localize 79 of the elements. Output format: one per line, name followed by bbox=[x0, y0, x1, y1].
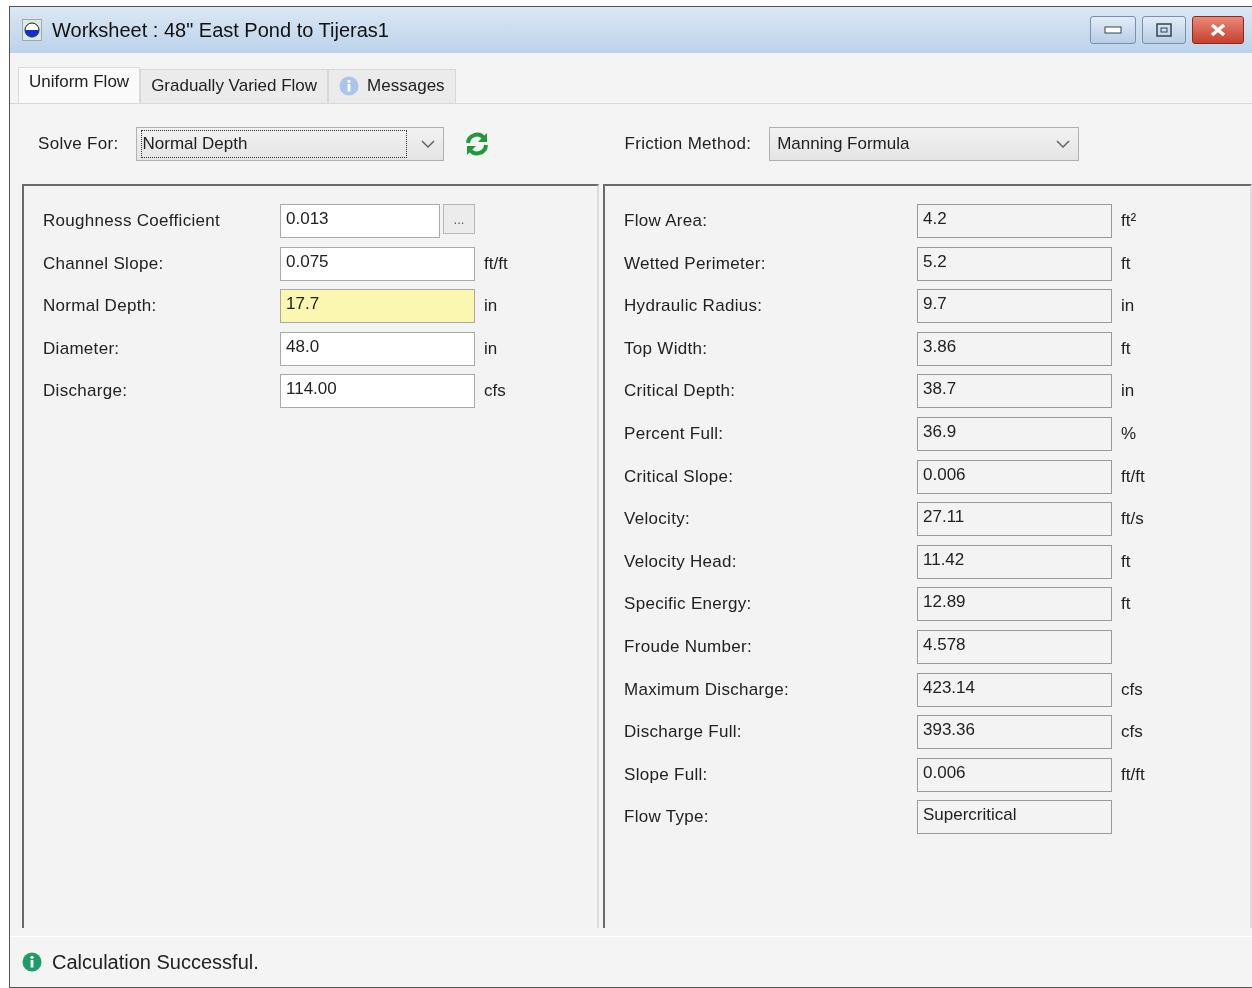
close-button[interactable] bbox=[1192, 16, 1244, 44]
unit-label: in bbox=[483, 296, 499, 317]
unit-label: ft/ft bbox=[1120, 764, 1146, 785]
field-label: Top Width: bbox=[624, 338, 709, 359]
info-icon bbox=[22, 952, 42, 972]
chevron-down-icon bbox=[1056, 140, 1071, 148]
field-label: Channel Slope: bbox=[43, 253, 165, 274]
browse-button[interactable]: ... bbox=[443, 204, 475, 234]
close-icon bbox=[1209, 23, 1227, 37]
chevron-down-icon bbox=[421, 140, 436, 148]
result-field[interactable]: 11.42 bbox=[917, 544, 1112, 579]
field-label: Diameter: bbox=[43, 338, 121, 359]
unit-label: ft bbox=[1120, 253, 1132, 274]
field-label: Specific Energy: bbox=[624, 594, 753, 615]
result-field[interactable]: 27.11 bbox=[917, 502, 1112, 537]
result-field[interactable]: 0.006 bbox=[917, 757, 1112, 792]
field-label: Maximum Discharge: bbox=[624, 679, 791, 700]
unit-label: in bbox=[1120, 296, 1136, 317]
window-title: Worksheet : 48" East Pond to Tijeras1 bbox=[52, 18, 390, 42]
unit-label: in bbox=[1120, 381, 1136, 402]
field-label: Critical Slope: bbox=[624, 466, 735, 487]
tab[interactable]: Messages bbox=[328, 69, 456, 103]
unit-label: ft/ft bbox=[1120, 466, 1146, 487]
field-label: Flow Type: bbox=[624, 807, 710, 828]
result-field[interactable]: 423.14 bbox=[917, 672, 1112, 707]
info-icon bbox=[339, 76, 360, 96]
input-field[interactable]: 48.0 bbox=[280, 331, 475, 366]
unit-label: cfs bbox=[1120, 679, 1144, 700]
result-field[interactable]: 5.2 bbox=[917, 246, 1112, 281]
friction-method-label: Friction Method: bbox=[624, 134, 752, 154]
unit-label: ft bbox=[1120, 594, 1132, 615]
unit-label: cfs bbox=[1120, 722, 1144, 743]
friction-method-dropdown[interactable]: Manning Formula bbox=[769, 127, 1080, 161]
solve-for-label: Solve For: bbox=[38, 134, 119, 154]
input-field[interactable]: 0.075 bbox=[280, 246, 475, 281]
input-field[interactable]: 17.7 bbox=[280, 289, 475, 324]
result-field[interactable]: 36.9 bbox=[917, 416, 1112, 451]
field-label: Percent Full: bbox=[624, 423, 725, 444]
unit-label: ft/ft bbox=[483, 253, 509, 274]
field-label: Flow Area: bbox=[624, 211, 709, 231]
restore-icon bbox=[1156, 23, 1172, 37]
result-field[interactable]: 9.7 bbox=[917, 289, 1112, 324]
field-label: Velocity: bbox=[624, 509, 691, 530]
result-field[interactable]: 4.578 bbox=[917, 629, 1112, 664]
result-field[interactable]: Supercritical bbox=[917, 800, 1112, 835]
field-label: Froude Number: bbox=[624, 636, 753, 657]
result-field[interactable]: 0.006 bbox=[917, 459, 1112, 494]
minimize-icon bbox=[1104, 26, 1122, 34]
tab[interactable]: Gradually Varied Flow bbox=[140, 69, 329, 103]
result-field[interactable]: 38.7 bbox=[917, 374, 1112, 409]
unit-label: ft bbox=[1120, 338, 1132, 359]
result-field[interactable]: 3.86 bbox=[917, 331, 1112, 366]
unit-label: ft bbox=[1120, 551, 1132, 572]
field-label: Velocity Head: bbox=[624, 551, 738, 572]
unit-label: cfs bbox=[483, 381, 507, 402]
field-label: Hydraulic Radius: bbox=[624, 296, 764, 317]
field-label: Critical Depth: bbox=[624, 381, 737, 402]
unit-label: in bbox=[483, 338, 499, 359]
input-field[interactable]: 114.00 bbox=[280, 374, 475, 409]
unit-label: % bbox=[1120, 423, 1138, 444]
field-label: Discharge Full: bbox=[624, 722, 743, 743]
field-label: Normal Depth: bbox=[43, 296, 158, 317]
field-label: Wetted Perimeter: bbox=[624, 253, 767, 274]
field-label: Discharge: bbox=[43, 381, 129, 402]
field-label: Slope Full: bbox=[624, 764, 709, 785]
result-field[interactable]: 4.2 bbox=[917, 204, 1112, 238]
unit-label: ft/s bbox=[1120, 509, 1145, 530]
status-message: Calculation Successful. bbox=[52, 950, 259, 974]
tab[interactable]: Uniform Flow bbox=[18, 67, 141, 103]
input-field[interactable]: 0.013 bbox=[280, 204, 440, 238]
solve-for-dropdown[interactable]: Normal Depth bbox=[136, 127, 445, 161]
app-icon bbox=[22, 19, 42, 41]
minimize-button[interactable] bbox=[1090, 16, 1136, 44]
result-field[interactable]: 12.89 bbox=[917, 587, 1112, 622]
field-label: Roughness Coefficient bbox=[43, 211, 222, 231]
refresh-icon[interactable] bbox=[464, 132, 491, 156]
result-field[interactable]: 393.36 bbox=[917, 715, 1112, 750]
maximize-button[interactable] bbox=[1142, 16, 1186, 44]
unit-label: ft² bbox=[1120, 211, 1138, 231]
